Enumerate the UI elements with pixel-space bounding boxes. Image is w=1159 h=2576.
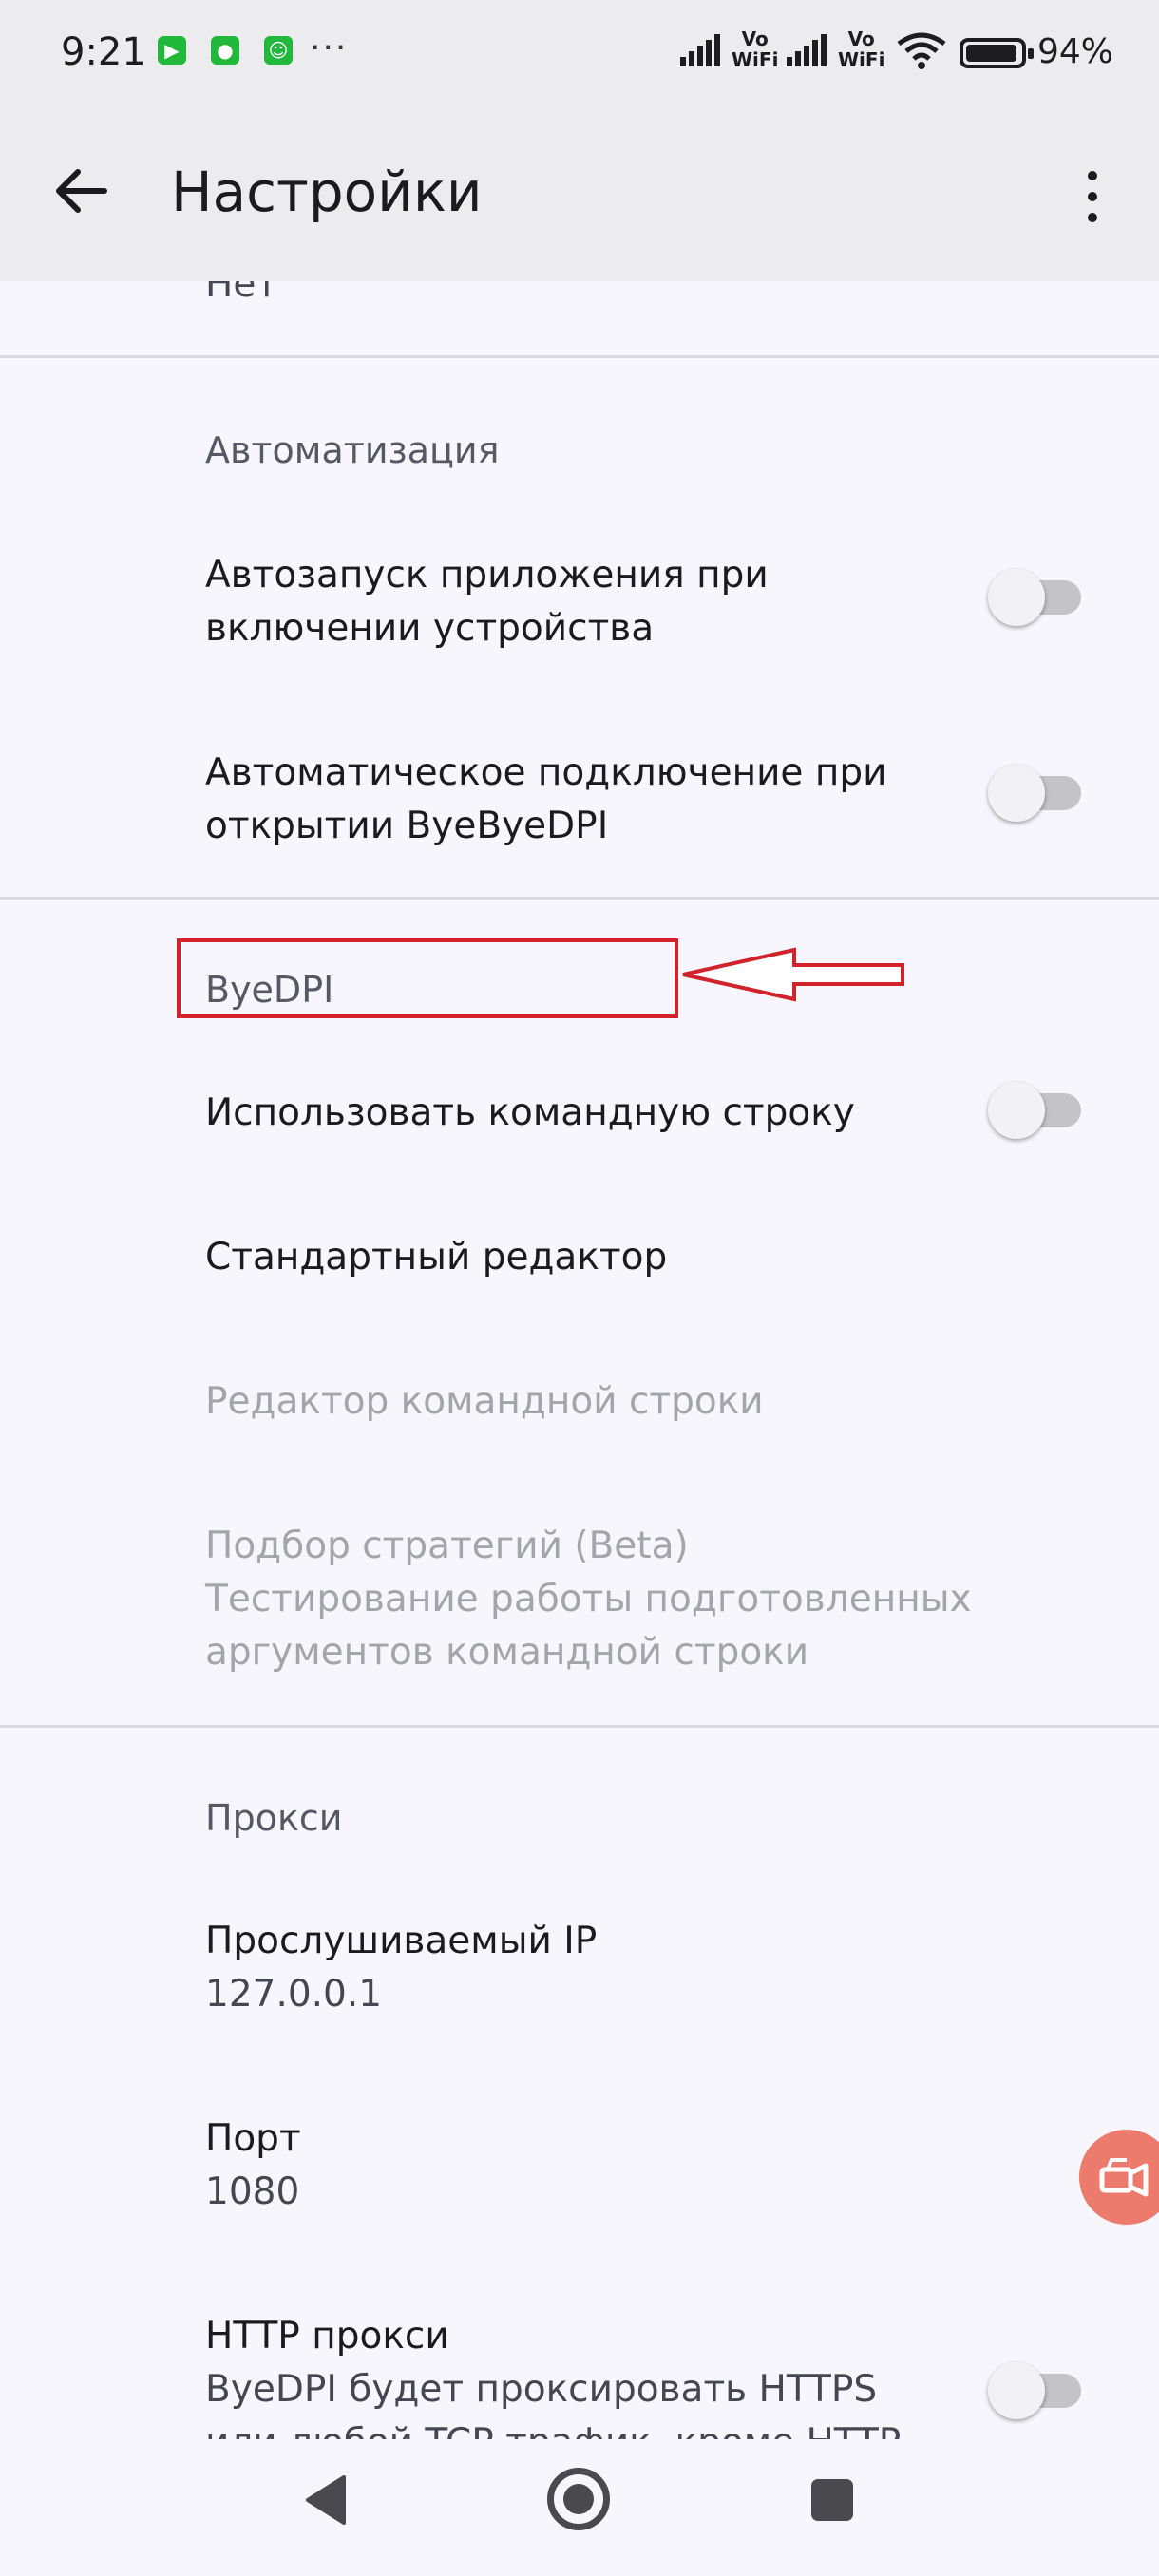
setting-listen-ip-value: 127.0.0.1 [205, 1973, 383, 2016]
wifi-icon [897, 32, 946, 69]
more-options-icon[interactable] [1074, 163, 1112, 230]
setting-port-value: 1080 [205, 2170, 300, 2213]
setting-autostart-title-line1: Автозапуск приложения при [205, 554, 769, 597]
screen-recorder-button[interactable] [1079, 2130, 1159, 2225]
signal-icon [680, 34, 720, 66]
walking-icon: ▶ [158, 36, 186, 65]
section-header-automation: Автоматизация [205, 429, 500, 471]
setting-http-proxy-summary-line2: или любой TCP трафик, кроме HTTP [205, 2416, 901, 2439]
section-header-proxy: Прокси [205, 1797, 343, 1839]
app-bar: Настройки [0, 104, 1159, 281]
nav-back-icon[interactable] [302, 2473, 350, 2527]
highlight-box [177, 938, 678, 1018]
page-title: Настройки [171, 160, 483, 224]
battery-fill [966, 45, 1016, 62]
nav-recents-icon[interactable] [811, 2479, 853, 2521]
vowifi-label: Vo WiFi [732, 28, 779, 71]
battery-icon [960, 38, 1034, 68]
status-time: 9:21 [61, 30, 146, 74]
use-cmdline-switch[interactable] [988, 1077, 1083, 1144]
autostart-switch[interactable] [988, 564, 1083, 631]
divider [0, 1725, 1159, 1728]
settings-list: Нет Автоматизация Автозапуск приложения … [0, 281, 1159, 2439]
battery-percent: 94% [1037, 32, 1114, 71]
navigation-bar [0, 2439, 1159, 2576]
setting-autostart-title-line2: включении устройства [205, 607, 655, 650]
setting-cmdline-editor: Редактор командной строки [205, 1380, 764, 1423]
setting-autoconnect-title-line2: открытии ByeByeDPI [205, 805, 609, 847]
setting-port-title: Порт [205, 2117, 301, 2160]
setting-strategy-summary-line1: Тестирование работы подготовленных [205, 1578, 972, 1620]
autoconnect-switch[interactable] [988, 760, 1083, 826]
chat-icon: ☺ [264, 36, 293, 65]
back-arrow-icon[interactable] [48, 158, 114, 224]
http-proxy-switch[interactable] [988, 2358, 1083, 2424]
red-arrow-annotation [682, 947, 904, 1002]
setting-http-proxy-summary-line1: ByeDPI будет проксировать HTTPS [205, 2368, 878, 2411]
app-notification-icon: ● [211, 36, 239, 65]
signal-icon-2 [787, 34, 826, 66]
status-bar: 9:21 ▶ ● ☺ ··· Vo WiFi Vo WiFi 94% [0, 0, 1159, 104]
more-notifications-icon: ··· [310, 28, 349, 67]
setting-listen-ip-title: Прослушиваемый IP [205, 1920, 598, 1962]
setting-autoconnect-title-line1: Автоматическое подключение при [205, 751, 887, 794]
divider [0, 355, 1159, 358]
setting-strategy-summary-line2: аргументов командной строки [205, 1631, 809, 1674]
setting-standard-editor[interactable]: Стандартный редактор [205, 1231, 667, 1284]
setting-strategy-title: Подбор стратегий (Beta) [205, 1525, 689, 1567]
nav-home-icon[interactable] [547, 2468, 610, 2530]
previous-setting-value: Нет [205, 281, 278, 306]
vowifi-label-2: Vo WiFi [838, 28, 885, 71]
setting-http-proxy-title: HTTP прокси [205, 2315, 449, 2358]
setting-use-cmdline-title: Использовать командную строку [205, 1091, 855, 1134]
camera-icon [1099, 2158, 1149, 2197]
divider [0, 897, 1159, 900]
